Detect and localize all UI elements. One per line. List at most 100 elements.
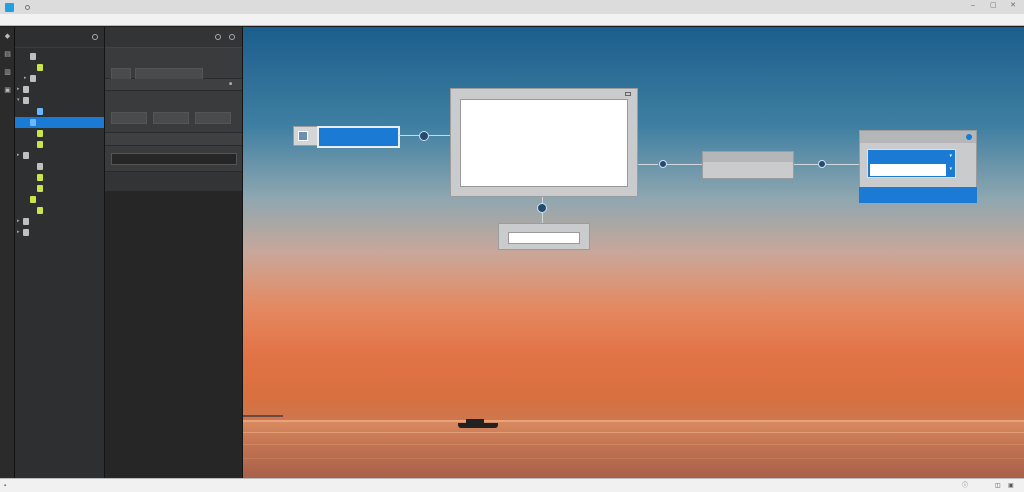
minimize-icon[interactable]: –: [970, 2, 976, 9]
node-icon: [23, 229, 29, 236]
menu-item[interactable]: [39, 14, 49, 26]
chevron-icon[interactable]: ▸: [17, 153, 21, 158]
pin-icon[interactable]: [215, 34, 221, 40]
settings-icon[interactable]: ▣: [4, 87, 11, 94]
tree-item[interactable]: ▸: [15, 84, 104, 95]
tree-item[interactable]: [15, 172, 104, 183]
gear-icon[interactable]: [92, 34, 98, 40]
properties-panel: ■: [105, 27, 243, 478]
tree-item[interactable]: [15, 161, 104, 172]
flow-canvas[interactable]: ▾ ▾: [243, 27, 1024, 478]
output-section: [105, 146, 242, 172]
node-icon: [37, 64, 43, 71]
script-editor[interactable]: [460, 99, 628, 187]
branch-port[interactable]: [537, 203, 547, 213]
close-panel-icon[interactable]: [229, 34, 235, 40]
chevron-icon[interactable]: ▸: [17, 87, 21, 92]
branch-node[interactable]: [498, 223, 590, 250]
source-node[interactable]: [293, 126, 400, 148]
output-field[interactable]: [111, 153, 237, 165]
tree-item[interactable]: [15, 194, 104, 205]
tree-item[interactable]: [15, 117, 104, 128]
dropdown-icon[interactable]: ▾: [949, 153, 952, 159]
target-field-input[interactable]: [870, 164, 946, 176]
chevron-icon[interactable]: ▾: [17, 98, 21, 103]
tree-item[interactable]: [15, 205, 104, 216]
menu-item[interactable]: [29, 14, 39, 26]
menu-item[interactable]: [9, 14, 19, 26]
target-node[interactable]: ▾ ▾: [859, 130, 977, 203]
status-bar: ▪ ⓘ ◫ ▣: [0, 478, 1024, 492]
collapse-icon[interactable]: ■: [229, 82, 234, 87]
output-port[interactable]: [818, 160, 826, 168]
app-logo-icon: [5, 2, 14, 12]
status-icon: [966, 134, 972, 140]
node-icon: [37, 130, 43, 137]
node-icon: [30, 75, 36, 82]
node-icon: [23, 152, 29, 159]
menu-bar: [0, 14, 1024, 26]
param-field[interactable]: [111, 112, 147, 124]
node-icon: [37, 108, 43, 115]
section-header[interactable]: [105, 133, 242, 146]
source-node-label[interactable]: [317, 126, 400, 148]
tree-item[interactable]: ▸: [15, 227, 104, 238]
tree-item[interactable]: ▾: [15, 95, 104, 106]
tree-item[interactable]: [15, 128, 104, 139]
node-icon: [23, 218, 29, 225]
middle-node[interactable]: [702, 151, 794, 179]
chevron-icon[interactable]: ▸: [17, 219, 21, 224]
chevron-icon[interactable]: ▸: [17, 230, 21, 235]
name-section: [105, 48, 242, 80]
chevron-icon[interactable]: ▸: [24, 76, 28, 81]
param-field[interactable]: [195, 112, 231, 124]
tree-item[interactable]: [15, 62, 104, 73]
menu-item[interactable]: [89, 14, 99, 26]
section-header[interactable]: ■: [105, 79, 242, 91]
notification-icon[interactable]: ▣: [1008, 483, 1014, 489]
tree-item[interactable]: [15, 139, 104, 150]
dropdown-icon[interactable]: ▾: [949, 166, 952, 172]
close-icon[interactable]: ✕: [1010, 2, 1016, 9]
menu-item[interactable]: [69, 14, 79, 26]
tree-item[interactable]: [15, 106, 104, 117]
database-icon[interactable]: ▥: [4, 69, 11, 76]
output-port[interactable]: [419, 131, 429, 141]
info-icon[interactable]: ⓘ: [962, 483, 968, 489]
title-bar: – ▢ ✕: [0, 0, 1024, 14]
output-port[interactable]: [659, 160, 667, 168]
tree-item[interactable]: ▸: [15, 73, 104, 84]
target-form: ▾ ▾: [867, 149, 956, 178]
script-node[interactable]: [450, 88, 638, 197]
properties-empty-area: [105, 191, 242, 478]
node-icon: [37, 207, 43, 214]
notification-icon[interactable]: ◫: [995, 483, 1001, 489]
menu-item[interactable]: [19, 14, 29, 26]
file-icon[interactable]: ▤: [4, 51, 11, 58]
info-icon[interactable]: [25, 4, 30, 10]
layers-icon[interactable]: ◆: [4, 33, 11, 40]
project-tree-panel: ▸ ▸ ▾ ▸ ▸ ▸: [15, 27, 105, 478]
tree-item[interactable]: [15, 183, 104, 194]
node-icon: [37, 141, 43, 148]
node-icon: [23, 86, 29, 93]
restore-icon[interactable]: ▢: [990, 2, 997, 9]
properties-panel-header: [105, 27, 242, 48]
expand-icon[interactable]: [625, 92, 631, 96]
tree-item[interactable]: ▸: [15, 150, 104, 161]
branch-node-label[interactable]: [508, 232, 580, 244]
menu-item[interactable]: [79, 14, 89, 26]
menu-item[interactable]: [59, 14, 69, 26]
tree-item[interactable]: [15, 51, 104, 62]
distant-ship-image: [243, 415, 283, 417]
tree-item[interactable]: ▸: [15, 216, 104, 227]
connector-line: [638, 164, 658, 165]
param-field[interactable]: [153, 112, 189, 124]
menu-item[interactable]: [49, 14, 59, 26]
